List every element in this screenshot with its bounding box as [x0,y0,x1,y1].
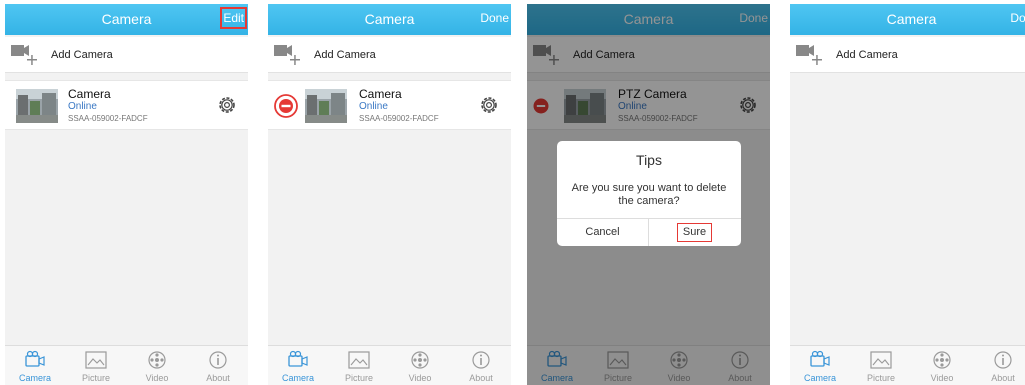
camera-tab-icon [810,350,830,367]
tab-camera[interactable]: Camera [5,346,65,385]
tab-about[interactable]: About [451,346,511,385]
tab-picture[interactable]: Picture [329,346,389,385]
camera-name: Camera [359,87,402,101]
camera-thumbnail [16,89,58,123]
done-button[interactable]: Done [1010,11,1025,25]
tab-label: Camera [18,373,51,383]
tab-about[interactable]: About [973,346,1025,385]
gear-icon[interactable] [216,94,238,116]
tab-label: Video [145,373,169,383]
tab-video[interactable]: Video [390,346,450,385]
dialog-title: Tips [636,152,662,168]
tab-label: About [469,373,493,383]
tab-picture[interactable]: Picture [66,346,126,385]
info-icon [209,351,227,369]
tab-picture[interactable]: Picture [851,346,911,385]
highlight-box: Sure [677,223,712,242]
camera-id: SSAA-059002-FADCF [68,114,148,123]
screen-camera-list: Camera Edit Add Camera Camera Online SSA… [5,4,248,385]
header-bar: Camera Done [268,4,511,35]
picture-icon [85,351,107,369]
header-bar: Camera Done [790,4,1025,35]
tab-label: Camera [803,373,836,383]
gear-icon[interactable] [478,94,500,116]
tab-bar: Camera Picture Video About [790,345,1025,385]
info-icon [994,351,1012,369]
video-reel-icon [411,351,429,369]
screen-delete-confirm: Camera Done Add Camera PTZ Camera Online… [527,4,770,385]
tab-label: Camera [281,373,314,383]
delete-circle-icon[interactable] [274,94,298,118]
add-camera-label: Add Camera [51,49,113,61]
tab-label: Video [408,373,432,383]
camera-list-item[interactable]: Camera Online SSAA-059002-FADCF [268,80,511,130]
dialog-buttons: Cancel Sure [557,218,741,246]
sure-label: Sure [682,226,707,238]
screen-edit-mode: Camera Done Add Camera Camera Online SSA… [268,4,511,385]
tab-label: Picture [81,373,110,383]
camera-name: Camera [68,87,111,101]
add-camera-label: Add Camera [314,49,376,61]
add-camera-row[interactable]: Add Camera [5,37,248,73]
tab-label: Video [930,373,954,383]
camera-thumbnail [305,89,347,123]
page-title: Camera [364,11,415,27]
add-camera-label: Add Camera [836,49,898,61]
screen-empty-list: Camera Done Add Camera Camera Picture Vi… [790,4,1025,385]
done-button[interactable]: Done [480,11,509,25]
page-title: Camera [101,11,152,27]
add-camera-row[interactable]: Add Camera [268,37,511,73]
add-camera-row[interactable]: Add Camera [790,37,1025,73]
info-icon [472,351,490,369]
confirm-dialog: Tips Are you sure you want to delete the… [557,141,741,246]
video-reel-icon [148,351,166,369]
dialog-message: Are you sure you want to delete the came… [571,182,727,207]
tab-label: About [991,373,1015,383]
tab-camera[interactable]: Camera [790,346,850,385]
picture-icon [870,351,892,369]
add-camera-icon [11,45,37,65]
tab-bar: Camera Picture Video About [5,345,248,385]
add-camera-icon [796,45,822,65]
picture-icon [348,351,370,369]
camera-status: Online [68,101,97,112]
page-title: Camera [886,11,937,27]
tab-camera[interactable]: Camera [268,346,328,385]
video-reel-icon [933,351,951,369]
tab-video[interactable]: Video [912,346,972,385]
highlight-box [220,7,247,29]
add-camera-icon [274,45,300,65]
tab-label: Picture [866,373,895,383]
cancel-button[interactable]: Cancel [557,219,649,246]
camera-id: SSAA-059002-FADCF [359,114,439,123]
camera-status: Online [359,101,388,112]
camera-tab-icon [25,350,45,367]
camera-list-item[interactable]: Camera Online SSAA-059002-FADCF [5,80,248,130]
header-bar: Camera Edit [5,4,248,35]
tab-bar: Camera Picture Video About [268,345,511,385]
tab-label: About [206,373,230,383]
tab-video[interactable]: Video [127,346,187,385]
camera-tab-icon [288,350,308,367]
tab-about[interactable]: About [188,346,248,385]
sure-button[interactable]: Sure [649,219,741,246]
tab-label: Picture [344,373,373,383]
